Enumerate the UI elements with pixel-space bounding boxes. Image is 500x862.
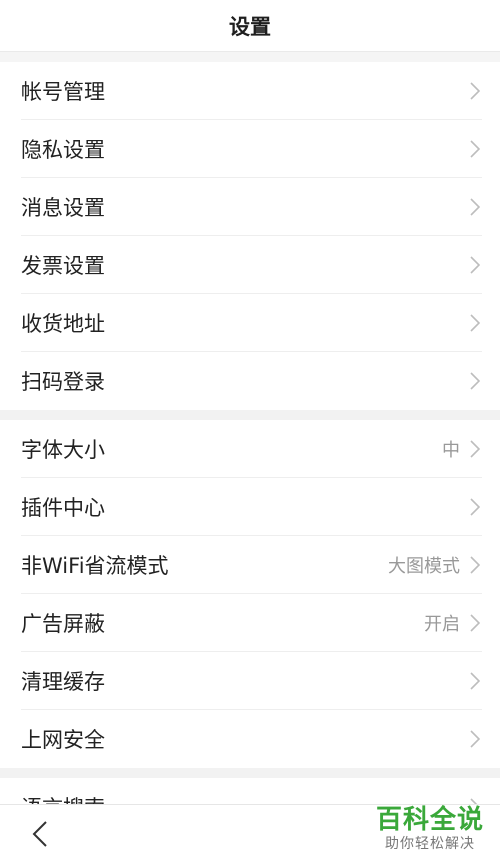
watermark-logo: 百科全说 助你轻松解决 (376, 805, 484, 853)
settings-item-label: 插件中心 (21, 496, 105, 520)
chevron-left-icon (32, 821, 47, 847)
settings-item-ad-block[interactable]: 广告屏蔽 开启 (0, 594, 500, 652)
watermark-title: 百科全说 (375, 805, 484, 835)
chevron-right-icon (468, 439, 482, 459)
settings-item-label: 清理缓存 (21, 670, 105, 694)
settings-item-web-security[interactable]: 上网安全 (0, 710, 500, 768)
chevron-right-icon (468, 613, 482, 633)
settings-item-value: 开启 (424, 614, 460, 635)
settings-item-shipping-address[interactable]: 收货地址 (0, 294, 500, 352)
settings-group-account: 帐号管理 隐私设置 消息设置 发票设置 收货地址 扫码登录 (0, 62, 500, 410)
settings-item-label: 收货地址 (21, 312, 105, 336)
chevron-right-icon (468, 497, 482, 517)
settings-item-label: 语言搜索 (21, 792, 468, 804)
settings-item-label: 隐私设置 (21, 138, 105, 162)
chevron-right-icon (468, 797, 482, 804)
settings-list: 帐号管理 隐私设置 消息设置 发票设置 收货地址 扫码登录 字体大小 中 插件中… (0, 52, 500, 804)
chevron-right-icon (468, 197, 482, 217)
settings-item-label: 扫码登录 (21, 370, 105, 394)
settings-group-display: 字体大小 中 插件中心 非WiFi省流模式 大图模式 广告屏蔽 开启 清理缓存 … (0, 420, 500, 768)
settings-item-invoice[interactable]: 发票设置 (0, 236, 500, 294)
settings-item-label: 消息设置 (21, 196, 105, 220)
settings-item-messages[interactable]: 消息设置 (0, 178, 500, 236)
settings-item-label: 非WiFi省流模式 (21, 554, 169, 578)
settings-item-plugin-center[interactable]: 插件中心 (0, 478, 500, 536)
settings-item-value: 大图模式 (388, 556, 460, 577)
chevron-right-icon (468, 371, 482, 391)
chevron-right-icon (468, 255, 482, 275)
section-divider (0, 768, 500, 778)
chevron-right-icon (468, 81, 482, 101)
page-title: 设置 (229, 14, 271, 39)
settings-item-label: 上网安全 (21, 728, 105, 752)
settings-item-value: 中 (442, 440, 460, 461)
chevron-right-icon (468, 729, 482, 749)
bottom-bar: 百科全说 助你轻松解决 (0, 804, 500, 862)
top-bar: 设置 (0, 0, 500, 52)
back-button[interactable] (26, 819, 54, 849)
settings-item-qr-login[interactable]: 扫码登录 (0, 352, 500, 410)
settings-item-font-size[interactable]: 字体大小 中 (0, 420, 500, 478)
chevron-right-icon (468, 555, 482, 575)
chevron-right-icon (468, 313, 482, 333)
settings-item-data-saver[interactable]: 非WiFi省流模式 大图模式 (0, 536, 500, 594)
chevron-right-icon (468, 139, 482, 159)
settings-item-label: 广告屏蔽 (21, 612, 105, 636)
settings-item-voice-search[interactable]: 语言搜索 (0, 778, 500, 804)
watermark-subtitle: 助你轻松解决 (384, 836, 475, 852)
settings-item-label: 发票设置 (21, 254, 105, 278)
chevron-right-icon (468, 671, 482, 691)
settings-item-label: 字体大小 (21, 438, 105, 462)
settings-item-clear-cache[interactable]: 清理缓存 (0, 652, 500, 710)
settings-item-account-management[interactable]: 帐号管理 (0, 62, 500, 120)
settings-group-other: 语言搜索 (0, 778, 500, 804)
settings-item-label: 帐号管理 (21, 80, 105, 104)
section-divider (0, 410, 500, 420)
settings-item-privacy[interactable]: 隐私设置 (0, 120, 500, 178)
